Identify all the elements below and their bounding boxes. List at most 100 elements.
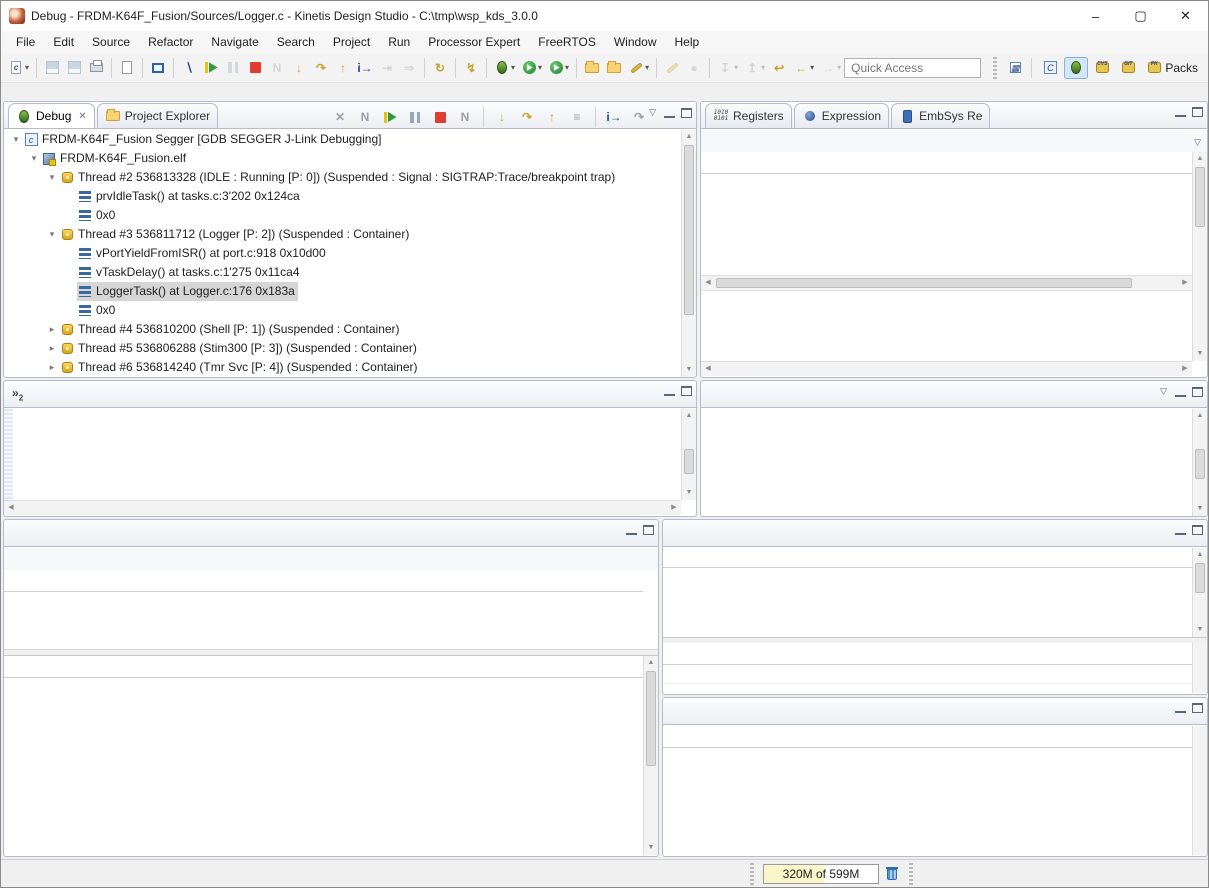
debug-tree-row[interactable]: ▸Thread #4 536810200 (Shell [P: 1]) (Sus… bbox=[5, 320, 680, 339]
suspend-button[interactable] bbox=[222, 57, 244, 79]
tree-expander-icon[interactable]: ▸ bbox=[45, 339, 59, 358]
flash-programmer-button[interactable]: ↯ bbox=[460, 57, 482, 79]
code-editor[interactable] bbox=[13, 409, 680, 500]
debug-tree-row[interactable]: prvIdleTask() at tasks.c:3'202 0x124ca bbox=[5, 187, 680, 206]
suspend-button[interactable] bbox=[404, 106, 426, 128]
format-button[interactable] bbox=[661, 57, 683, 79]
menu-search[interactable]: Search bbox=[268, 33, 324, 51]
debug-view-tab-debug[interactable]: Debug✕ bbox=[8, 103, 95, 128]
resume-without-signal-button[interactable]: ⇒ bbox=[398, 57, 420, 79]
tree-expander-icon[interactable]: ▾ bbox=[27, 149, 41, 168]
minimize-button[interactable]: – bbox=[1073, 1, 1118, 31]
run-button[interactable]: ▾ bbox=[518, 57, 545, 79]
step-into-button[interactable]: ↓ bbox=[491, 106, 513, 128]
open-element-button[interactable] bbox=[581, 57, 603, 79]
forward-button[interactable]: →▾ bbox=[817, 57, 844, 79]
outline-scrollbar[interactable]: ▲▼ bbox=[1192, 409, 1207, 516]
menu-navigate[interactable]: Navigate bbox=[202, 33, 267, 51]
move-to-line-button[interactable]: ⇥ bbox=[376, 57, 398, 79]
restart-button[interactable] bbox=[200, 57, 222, 79]
editor-scrollbar[interactable]: ▲▼ bbox=[681, 409, 696, 500]
maximize-view-button[interactable] bbox=[1192, 107, 1203, 117]
back-button[interactable]: ←▾ bbox=[790, 57, 817, 79]
maximize-view-button[interactable] bbox=[643, 525, 654, 535]
cvs-perspective-button[interactable]: CVS bbox=[1090, 57, 1114, 79]
view-menu-icon[interactable]: ▽ bbox=[649, 107, 656, 118]
last-edit-location-button[interactable]: ↩ bbox=[768, 57, 790, 79]
next-annotation-button[interactable]: ↧▾ bbox=[714, 57, 741, 79]
skip-all-breakpoints-button[interactable]: ∖ bbox=[178, 57, 200, 79]
minimize-view-button[interactable] bbox=[1175, 387, 1186, 397]
minimize-view-button[interactable] bbox=[1175, 703, 1186, 713]
step-return-button[interactable]: ↑ bbox=[332, 57, 354, 79]
instruction-stepping-button[interactable]: i→ bbox=[603, 106, 625, 128]
previous-annotation-button[interactable]: ↥▾ bbox=[741, 57, 768, 79]
menu-window[interactable]: Window bbox=[605, 33, 666, 51]
quick-access-input[interactable]: Quick Access bbox=[844, 58, 981, 78]
queue-data-scrollbar[interactable] bbox=[1192, 643, 1207, 693]
menu-freertos[interactable]: FreeRTOS bbox=[529, 33, 605, 51]
new-button[interactable]: c▾ bbox=[5, 57, 32, 79]
disconnect-button[interactable]: N bbox=[266, 57, 288, 79]
variables-detail-hscroll[interactable]: ◀▶ bbox=[701, 361, 1192, 376]
menu-refactor[interactable]: Refactor bbox=[139, 33, 202, 51]
maximize-view-button[interactable] bbox=[681, 386, 692, 396]
print-button[interactable] bbox=[85, 57, 107, 79]
debug-tree-row[interactable]: ▾Thread #2 536813328 (IDLE : Running [P:… bbox=[5, 168, 680, 187]
editor-hscroll[interactable]: ◀▶ bbox=[4, 500, 681, 515]
debug-tree-row[interactable]: LoggerTask() at Logger.c:176 0x183a bbox=[5, 282, 680, 301]
debug-tree-row[interactable]: vTaskDelay() at tasks.c:1'275 0x11ca4 bbox=[5, 263, 680, 282]
task-scrollbar[interactable] bbox=[1192, 726, 1207, 855]
menu-run[interactable]: Run bbox=[379, 33, 419, 51]
tree-expander-icon[interactable]: ▾ bbox=[45, 225, 59, 244]
maximize-view-button[interactable] bbox=[1192, 525, 1203, 535]
variables-hscroll[interactable]: ◀▶ bbox=[701, 275, 1192, 290]
view-menu-icon[interactable]: ▽ bbox=[1194, 137, 1201, 148]
maximize-view-button[interactable] bbox=[681, 108, 692, 118]
variables-tab-registers[interactable]: 10100101Registers bbox=[705, 103, 792, 128]
minimize-view-button[interactable] bbox=[664, 386, 675, 396]
minimize-view-button[interactable] bbox=[664, 108, 675, 118]
drop-to-frame-button[interactable]: ↷ bbox=[628, 106, 650, 128]
menu-processor-expert[interactable]: Processor Expert bbox=[419, 33, 529, 51]
git-perspective-button[interactable]: GIT bbox=[1116, 57, 1140, 79]
view-menu-icon[interactable]: ▽ bbox=[1160, 386, 1167, 397]
terminate-button[interactable] bbox=[429, 106, 451, 128]
heap-details-scrollbar[interactable]: ▲▼ bbox=[643, 656, 658, 855]
step-over-button[interactable]: ↷ bbox=[310, 57, 332, 79]
editor-tab-overflow[interactable]: »2 bbox=[12, 386, 23, 402]
connect-process-button[interactable]: N bbox=[354, 106, 376, 128]
editor-annotation-ruler[interactable] bbox=[4, 409, 13, 500]
minimize-view-button[interactable] bbox=[1175, 107, 1186, 117]
open-console-button[interactable] bbox=[147, 57, 169, 79]
variables-detail-pane[interactable] bbox=[701, 290, 1192, 361]
remove-all-terminated-button[interactable]: ✕ bbox=[329, 106, 351, 128]
menu-project[interactable]: Project bbox=[324, 33, 379, 51]
toggle-mark-occurrences-button[interactable]: ▾ bbox=[625, 57, 652, 79]
toolbar-grip[interactable] bbox=[993, 57, 997, 79]
debug-view-tab-project-explorer[interactable]: Project Explorer bbox=[97, 103, 218, 128]
new-binary-file-button[interactable] bbox=[116, 57, 138, 79]
debug-tree-row[interactable]: 0x0 bbox=[5, 301, 680, 320]
external-tools-button[interactable]: ▾ bbox=[545, 57, 572, 79]
build-button[interactable]: ● bbox=[683, 57, 705, 79]
variables-scrollbar[interactable]: ▲▼ bbox=[1192, 152, 1207, 361]
run-garbage-collector-button[interactable] bbox=[884, 866, 900, 882]
tree-expander-icon[interactable]: ▾ bbox=[9, 130, 23, 149]
debug-tree-row[interactable]: 0x0 bbox=[5, 206, 680, 225]
menu-source[interactable]: Source bbox=[83, 33, 139, 51]
variables-tab-expression[interactable]: Expression bbox=[794, 103, 889, 128]
maximize-view-button[interactable] bbox=[1192, 703, 1203, 713]
close-tab-icon[interactable]: ✕ bbox=[78, 111, 86, 122]
cpp-perspective-button[interactable]: C bbox=[1038, 57, 1062, 79]
heap-splitter[interactable] bbox=[4, 649, 658, 656]
queue-scrollbar[interactable]: ▲▼ bbox=[1192, 548, 1207, 637]
open-perspective-button[interactable]: ▦ bbox=[1003, 57, 1027, 79]
menu-file[interactable]: File bbox=[7, 33, 44, 51]
save-all-button[interactable] bbox=[63, 57, 85, 79]
resume-button[interactable] bbox=[379, 106, 401, 128]
save-button[interactable] bbox=[41, 57, 63, 79]
tree-expander-icon[interactable]: ▸ bbox=[45, 358, 59, 376]
close-button[interactable]: ✕ bbox=[1163, 1, 1208, 31]
terminate-button[interactable] bbox=[244, 57, 266, 79]
